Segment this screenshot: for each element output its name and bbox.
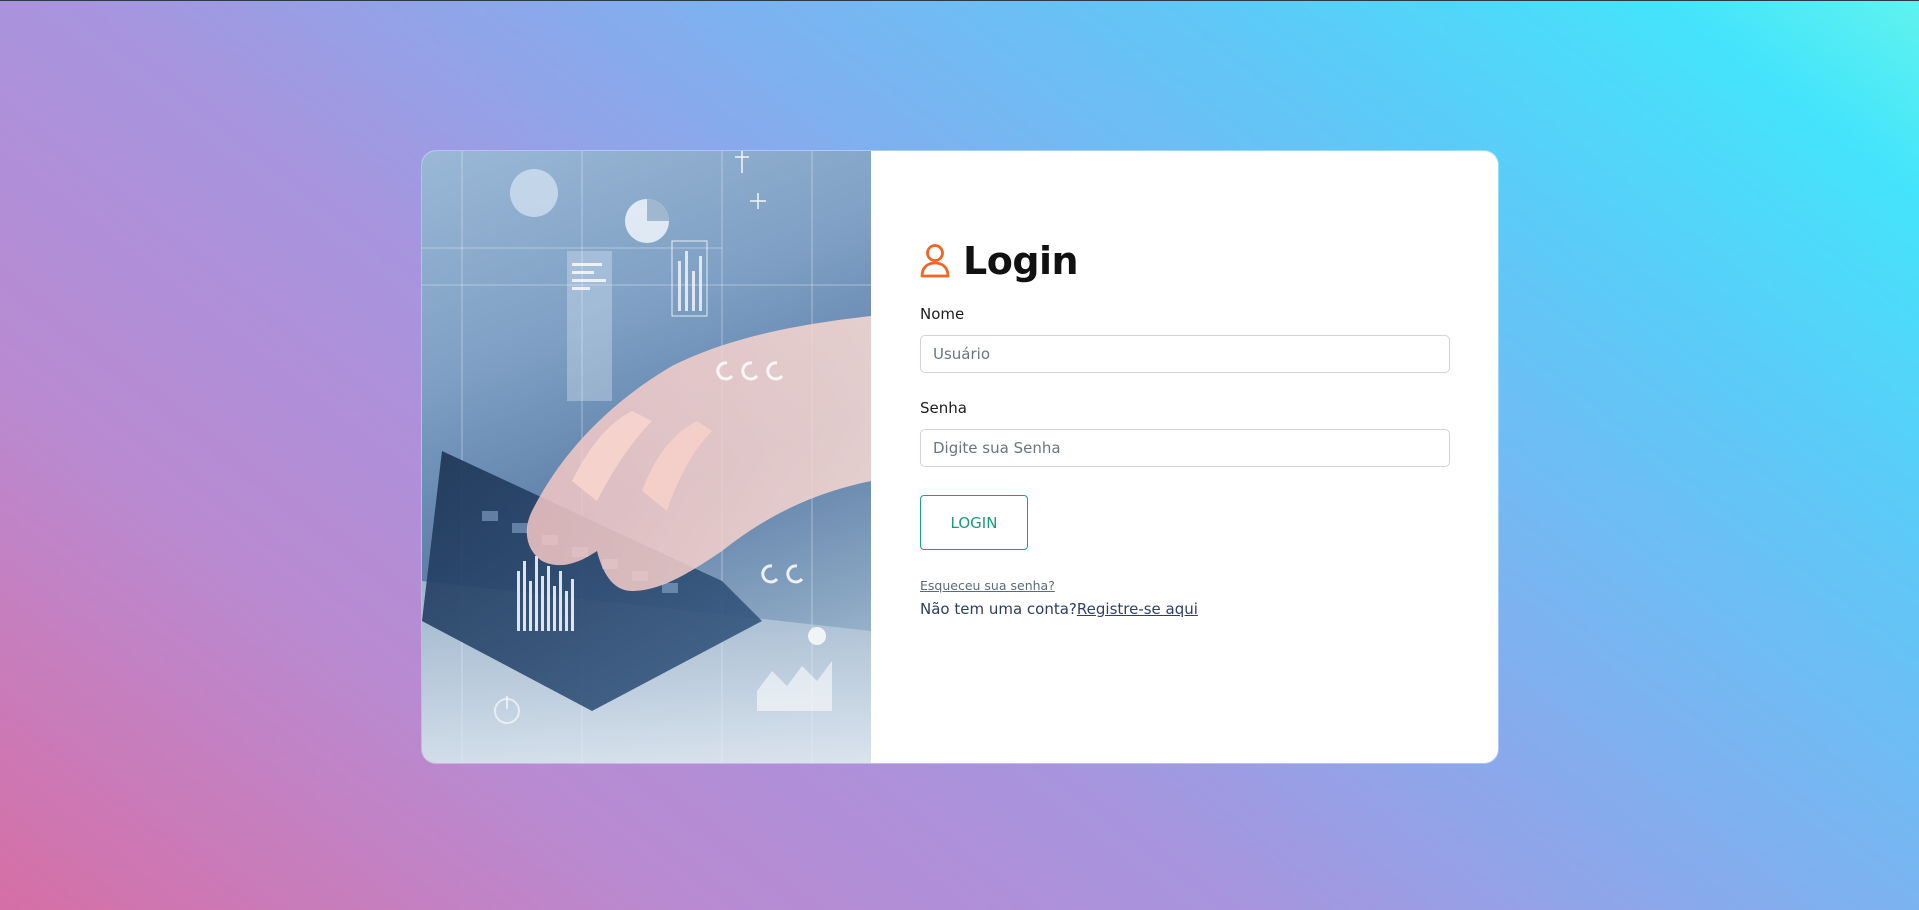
login-form: Login Nome Senha LOGIN Esqueceu sua senh… <box>920 151 1450 763</box>
login-button[interactable]: LOGIN <box>920 495 1028 550</box>
user-icon <box>920 243 950 279</box>
title-row: Login <box>920 239 1079 283</box>
forgot-password-link[interactable]: Esqueceu sua senha? <box>920 578 1055 593</box>
browser-top-border <box>0 0 1919 1</box>
hands-typing-keyboard-image <box>422 151 871 763</box>
hero-image <box>422 151 871 763</box>
login-card: Login Nome Senha LOGIN Esqueceu sua senh… <box>422 151 1498 763</box>
page-title: Login <box>963 239 1079 283</box>
register-row: Não tem uma conta?Registre-se aqui <box>920 600 1198 618</box>
password-input[interactable] <box>920 429 1450 467</box>
username-label: Nome <box>920 305 965 323</box>
register-link[interactable]: Registre-se aqui <box>1077 600 1198 618</box>
register-prompt: Não tem uma conta? <box>920 600 1077 618</box>
username-input[interactable] <box>920 335 1450 373</box>
password-label: Senha <box>920 399 967 417</box>
